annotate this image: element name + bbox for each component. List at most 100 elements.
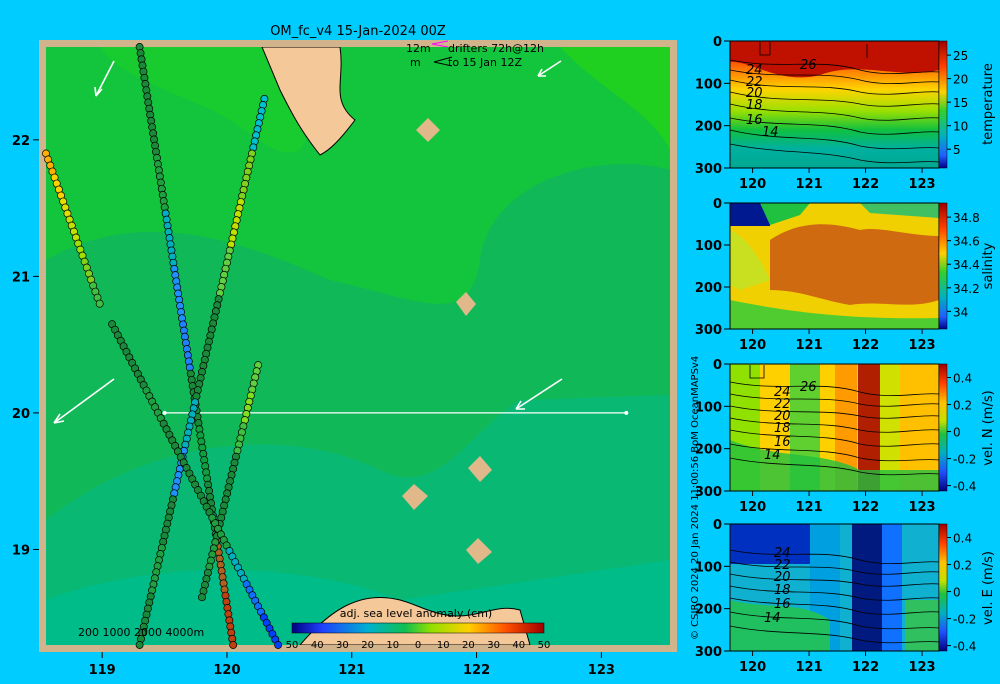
- contour-label: 26: [800, 58, 817, 73]
- panel-x-tick-label: 120: [739, 500, 766, 515]
- panel-x-tick-label: 122: [852, 338, 879, 353]
- colorbar-tick-label: 30: [336, 640, 349, 651]
- salinity-colorbar: [938, 202, 948, 330]
- contour-label: 14: [764, 611, 781, 626]
- panel-x-tick-label: 120: [739, 660, 766, 675]
- track-point: [229, 641, 238, 649]
- colorbar-tick-label: 10: [953, 120, 968, 134]
- track-point: [95, 299, 104, 308]
- panel-x-tick-label: 121: [796, 500, 823, 515]
- contour-label: 18: [774, 421, 791, 436]
- map-y-tick-label: 20: [12, 407, 30, 422]
- panel-x-tick-label: 122: [852, 660, 879, 675]
- depth-legend: 200 1000 2000 4000m: [78, 626, 204, 639]
- colorbar-tick-label: 50: [286, 640, 299, 651]
- colorbar-tick-label: 50: [538, 640, 551, 651]
- panel-x-tick-label: 123: [908, 660, 935, 675]
- colorbar-tick-label: 34.6: [953, 235, 980, 249]
- figure-canvas: 119 120 121 122 123 22212019 200 1000 2000 4…: [12, 24, 996, 678]
- panel-x-tick-label: 120: [739, 338, 766, 353]
- map-x-tick-label: 122: [463, 663, 490, 678]
- map-x-axis: 119 120 121 122 123: [89, 652, 615, 678]
- track-point: [198, 593, 206, 602]
- panel-x-tick-label: 121: [796, 177, 823, 192]
- colorbar-tick-label: 34.2: [953, 282, 980, 296]
- track-point: [274, 641, 283, 649]
- vel-e-panel: 242220181614 0.40.20-0.2-0.4 vel. E (m/s…: [729, 523, 996, 654]
- panel-y-tick-label: 200: [695, 281, 722, 296]
- colorbar-tick-label: 34: [953, 305, 968, 319]
- vel-e-colorbar: [938, 523, 948, 652]
- map-field: [46, 47, 670, 645]
- contour-label: 16: [774, 597, 791, 612]
- panel-y-tick-label: 0: [713, 35, 722, 50]
- map-y-tick-label: 22: [12, 134, 30, 149]
- map-x-tick-label: 123: [588, 663, 615, 678]
- map-y-axis: 22 21 20 19: [12, 134, 39, 558]
- figure-title: OM_fc_v4 15-Jan-2024 00Z: [270, 24, 446, 39]
- panel-x-tick-label: 123: [908, 177, 935, 192]
- temperature-colorbar: [938, 40, 948, 169]
- vel-n-colorbar: [938, 363, 948, 492]
- legend-line2-prefix: m: [410, 56, 421, 69]
- colorbar-tick-label: 10: [437, 640, 450, 651]
- vel-n-panel: 26242220181614 0.40.20-0.2-0.4 vel. N (m…: [729, 363, 996, 494]
- panel-y-tick-label: 0: [713, 518, 722, 533]
- panel-y-tick-label: 300: [695, 162, 722, 177]
- salinity-panel: 34.8 34.6 34.4 34.2 34 salinity: [729, 202, 996, 330]
- track-point: [135, 641, 144, 649]
- temperature-panel: 26242220181614 252015105 temperature: [729, 40, 996, 169]
- contour-label: 26: [800, 380, 817, 395]
- panel-x-tick-label: 121: [796, 338, 823, 353]
- colorbar-tick-label: 40: [311, 640, 324, 651]
- legend-line2-rest: to 15 Jan 12Z: [448, 56, 522, 69]
- panel-x-tick-label: 123: [908, 338, 935, 353]
- panel-x-tick-label: 120: [739, 177, 766, 192]
- panel-x-tick-label: 122: [852, 500, 879, 515]
- colorbar-tick-label: 10: [386, 640, 399, 651]
- map-x-tick-label: 119: [89, 663, 116, 678]
- colorbar-tick-label: 0: [953, 586, 961, 600]
- colorbar-tick-label: -0.2: [953, 613, 976, 627]
- contour-label: 18: [774, 583, 791, 598]
- colorbar-tick-label: 0.2: [953, 559, 972, 573]
- colorbar-tick-label: 0.2: [953, 399, 972, 413]
- temperature-ylabel: temperature: [981, 63, 996, 145]
- map-x-tick-label: 120: [213, 663, 240, 678]
- credit-text: © CSIRO 2024 20 Jan 2024 11:00:56 BoM Oc…: [690, 356, 701, 640]
- colorbar-tick-label: 20: [361, 640, 374, 651]
- colorbar-tick-label: 20: [462, 640, 475, 651]
- colorbar-tick-label: 0: [953, 426, 961, 440]
- legend-line1-prefix: 12m: [406, 42, 431, 55]
- panel-y-tick-label: 300: [695, 323, 722, 338]
- colorbar-tick-label: 0.4: [953, 372, 972, 386]
- panel-x-tick-label: 121: [796, 660, 823, 675]
- colorbar-tick-label: 0.4: [953, 532, 972, 546]
- panel-y-tick-label: 300: [695, 645, 722, 660]
- colorbar-tick-label: 15: [953, 96, 968, 110]
- map-y-tick-label: 19: [12, 543, 30, 558]
- colorbar-tick-label: 34.4: [953, 258, 980, 272]
- salinity-ylabel: salinity: [981, 242, 996, 289]
- colorbar-bar: [291, 622, 545, 634]
- contour-label: 16: [746, 113, 763, 128]
- vel-e-ylabel: vel. E (m/s): [981, 551, 996, 625]
- panel-y-tick-label: 200: [695, 120, 722, 135]
- colorbar-tick-label: 30: [487, 640, 500, 651]
- panel-y-tick-label: 0: [713, 358, 722, 373]
- panel-x-tick-label: 122: [852, 177, 879, 192]
- colorbar-tick-label: -0.2: [953, 453, 976, 467]
- panel-y-tick-label: 100: [695, 239, 722, 254]
- colorbar-label: adj. sea level anomaly (cm): [340, 607, 492, 620]
- colorbar-tick-label: -0.4: [953, 480, 976, 494]
- panel-y-tick-label: 0: [713, 197, 722, 212]
- panel-y-tick-label: 100: [695, 77, 722, 92]
- contour-label: 14: [764, 448, 781, 463]
- map-x-tick-label: 121: [338, 663, 365, 678]
- contour-label: 14: [762, 125, 779, 140]
- panel-x-tick-label: 123: [908, 500, 935, 515]
- vel-n-ylabel: vel. N (m/s): [981, 390, 996, 465]
- colorbar-tick-label: 40: [512, 640, 525, 651]
- colorbar-tick-label: 25: [953, 49, 968, 63]
- map-panel: 119 120 121 122 123 22 21 20 19 200 1000 2000 4…: [12, 24, 677, 678]
